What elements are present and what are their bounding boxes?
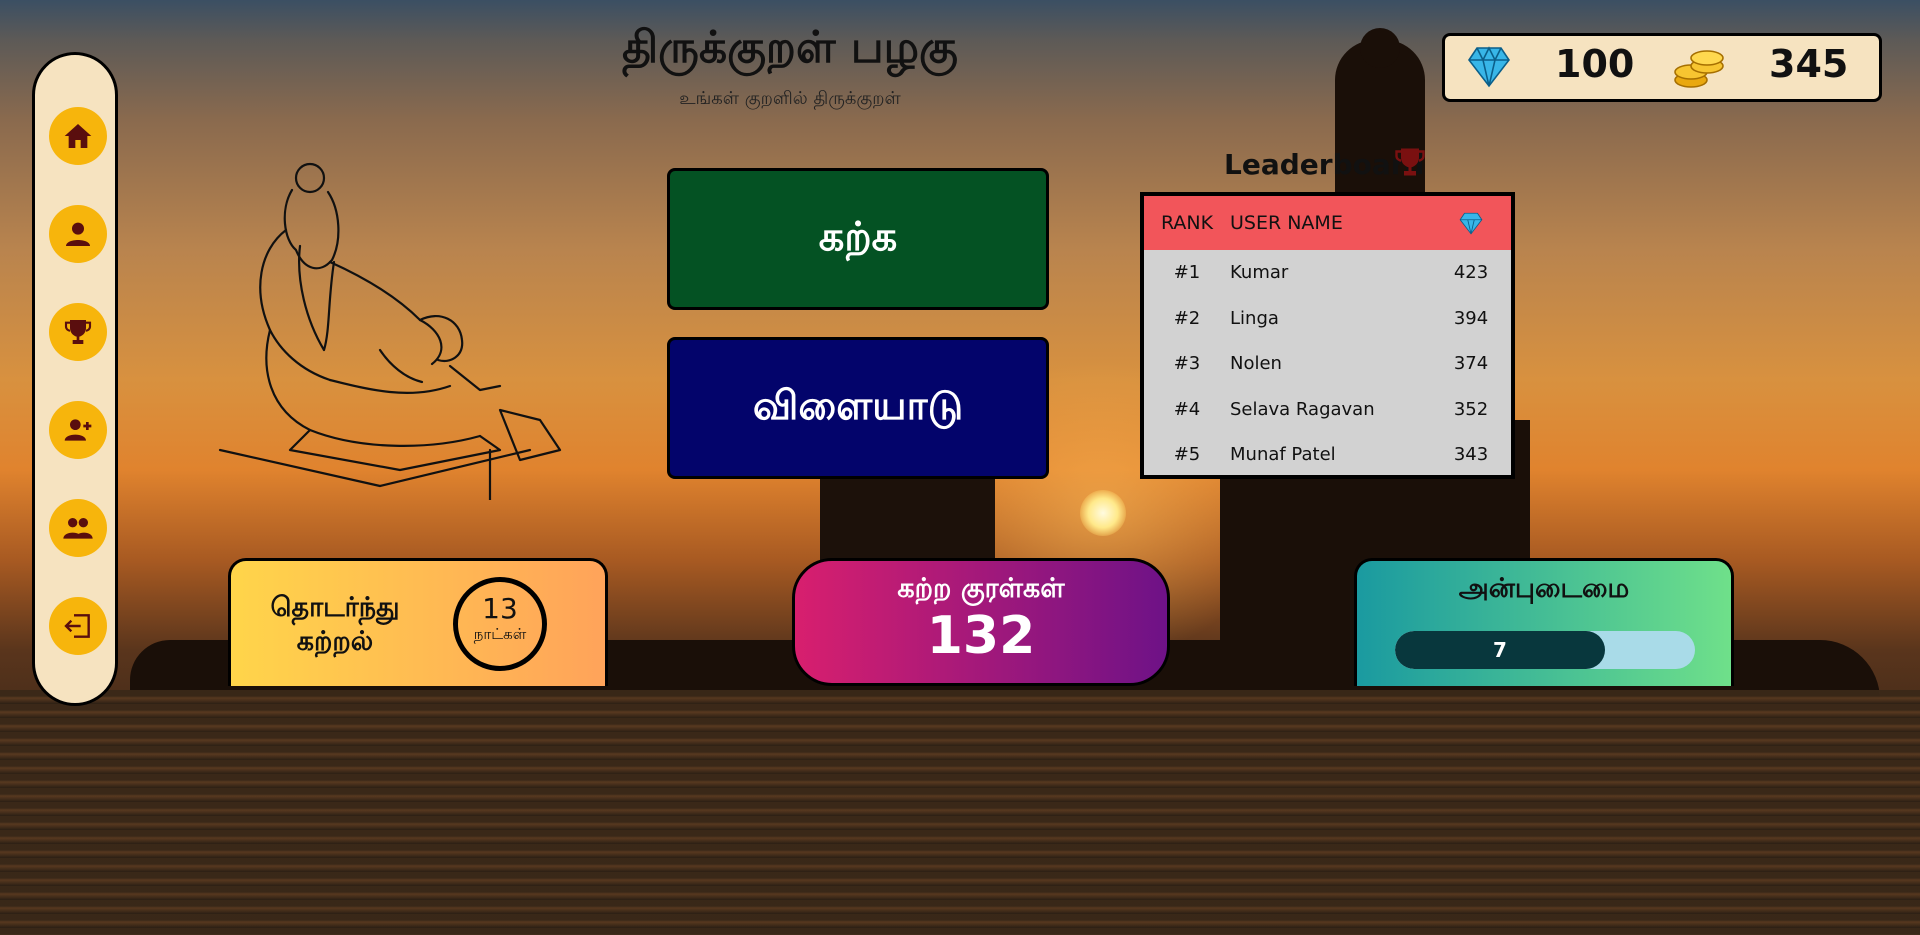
leaderboard-row[interactable]: #2 Linga 394 bbox=[1144, 296, 1511, 342]
learned-kurals-label: கற்ற குரள்கள் bbox=[897, 573, 1065, 604]
username-cell: Nolen bbox=[1230, 353, 1282, 375]
profile-button[interactable] bbox=[49, 205, 107, 263]
chapter-name: அன்புடைமை bbox=[1458, 573, 1630, 604]
sea bbox=[0, 690, 1920, 935]
chapter-progress-bar: 7 bbox=[1395, 631, 1695, 669]
streak-label-line2: கற்றல் bbox=[296, 626, 374, 657]
gem-count-cell: 343 bbox=[1453, 444, 1489, 466]
username-cell: Kumar bbox=[1230, 262, 1289, 284]
trophy-icon bbox=[64, 320, 92, 344]
gem-count-cell: 374 bbox=[1453, 353, 1489, 375]
diamond-icon bbox=[1459, 212, 1483, 235]
app-subtitle: உங்கள் குறளில் திருக்குறள் bbox=[679, 88, 901, 109]
profile-icon bbox=[66, 222, 90, 246]
gem-count-cell: 423 bbox=[1453, 262, 1489, 284]
streak-days-value: 13 bbox=[482, 592, 518, 625]
leaderboard-header: RANK USER NAME bbox=[1144, 196, 1511, 250]
leaderboard-row[interactable]: #3 Nolen 374 bbox=[1144, 341, 1511, 387]
sidebar-nav bbox=[32, 52, 118, 706]
learn-button[interactable]: கற்க bbox=[667, 168, 1049, 310]
chapter-progress-fill: 7 bbox=[1395, 631, 1605, 669]
streak-label-line1: தொடர்ந்து bbox=[270, 592, 400, 623]
add-friend-button[interactable] bbox=[49, 401, 107, 459]
leaderboard-button[interactable] bbox=[49, 303, 107, 361]
learned-kurals-card: கற்ற குரள்கள் 132 bbox=[792, 558, 1170, 686]
username-cell: Selava Ragavan bbox=[1230, 398, 1375, 420]
rank-cell: #2 bbox=[1173, 307, 1201, 329]
add-user-icon bbox=[64, 419, 92, 441]
username-cell: Linga bbox=[1230, 307, 1279, 329]
coin-count: 345 bbox=[1769, 42, 1849, 86]
leaderboard-row[interactable]: #4 Selava Ragavan 352 bbox=[1144, 387, 1511, 433]
home-button[interactable] bbox=[49, 107, 107, 165]
streak-days-circle: 13 நாட்கள் bbox=[453, 577, 547, 671]
groups-button[interactable] bbox=[49, 499, 107, 557]
sun bbox=[1080, 490, 1126, 536]
leaderboard-row[interactable]: #5 Munaf Patel 343 bbox=[1144, 432, 1511, 475]
leaderboard-row[interactable]: #1 Kumar 423 bbox=[1144, 250, 1511, 296]
username-cell: Munaf Patel bbox=[1230, 444, 1336, 466]
gem-count: 100 bbox=[1555, 42, 1635, 86]
trophy-icon bbox=[1395, 148, 1425, 176]
streak-label: தொடர்ந்து கற்றல் bbox=[255, 591, 415, 659]
currency-panel: 100 345 bbox=[1442, 33, 1882, 102]
logout-icon bbox=[64, 614, 90, 638]
rank-cell: #1 bbox=[1173, 262, 1201, 284]
rank-cell: #4 bbox=[1173, 398, 1201, 420]
coins-icon bbox=[1674, 50, 1724, 88]
rank-column-header: RANK bbox=[1160, 212, 1214, 234]
play-button[interactable]: விளையாடு bbox=[667, 337, 1049, 479]
logout-button[interactable] bbox=[49, 597, 107, 655]
love-chapter-card: அன்புடைமை 7 bbox=[1354, 558, 1734, 686]
gem-count-cell: 394 bbox=[1453, 307, 1489, 329]
streak-days-unit: நாட்கள் bbox=[473, 625, 527, 643]
learned-kurals-count: 132 bbox=[926, 606, 1036, 666]
app-title: திருக்குறள் பழகு bbox=[622, 22, 958, 73]
home-icon bbox=[64, 124, 92, 148]
rank-cell: #3 bbox=[1173, 353, 1201, 375]
diamond-icon bbox=[1468, 46, 1510, 88]
thiruvalluvar-illustration bbox=[218, 162, 562, 500]
rank-cell: #5 bbox=[1173, 444, 1201, 466]
gem-column-header bbox=[1441, 210, 1511, 236]
learning-streak-card: தொடர்ந்து கற்றல் 13 நாட்கள் bbox=[228, 558, 608, 686]
username-column-header: USER NAME bbox=[1230, 212, 1343, 234]
gem-count-cell: 352 bbox=[1453, 398, 1489, 420]
leaderboard-table: RANK USER NAME #1 Kumar 423 #2 Linga 394… bbox=[1140, 192, 1515, 479]
group-icon bbox=[63, 518, 93, 539]
